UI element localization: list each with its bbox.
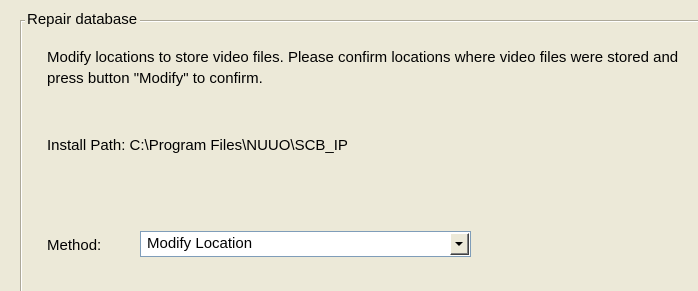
chevron-down-icon [455, 242, 463, 246]
method-dropdown[interactable]: Modify Location [140, 231, 471, 257]
method-label: Method: [47, 237, 102, 254]
dropdown-button[interactable] [450, 233, 469, 255]
groupbox-title: Repair database [25, 11, 141, 29]
install-path-text: Install Path: C:\Program Files\NUUO\SCB_… [47, 137, 348, 154]
method-selected-value: Modify Location [147, 235, 253, 252]
instructions-text: Modify locations to store video files. P… [47, 49, 679, 87]
